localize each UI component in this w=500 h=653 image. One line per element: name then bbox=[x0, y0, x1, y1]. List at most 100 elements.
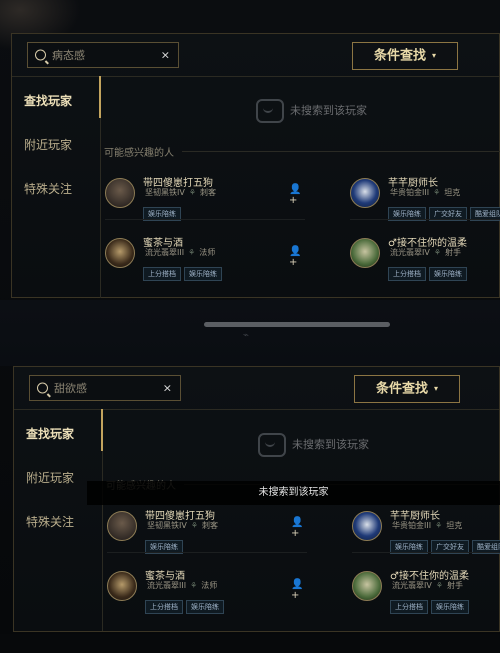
bottom-strip bbox=[0, 634, 500, 653]
role-text: 坦克 bbox=[444, 188, 461, 197]
active-tab-indicator bbox=[99, 76, 101, 118]
tab-find-player[interactable]: 查找玩家 bbox=[24, 92, 72, 109]
tag-list: 上分搭档 娱乐陪练 bbox=[145, 594, 227, 614]
tag-list: 上分搭档 娱乐陪练 bbox=[388, 261, 470, 281]
sidebar: 查找玩家 附近玩家 特殊关注 bbox=[14, 409, 103, 631]
empty-result-icon bbox=[256, 99, 284, 123]
add-friend-icon[interactable]: 👤+ bbox=[289, 246, 303, 268]
tab-find-player[interactable]: 查找玩家 bbox=[26, 425, 74, 442]
empty-result: 未搜索到该玩家 bbox=[258, 433, 369, 457]
search-value: 病态感 bbox=[52, 49, 85, 62]
rank-text: 华贵铂金III bbox=[392, 521, 432, 530]
tag: 上分搭档 bbox=[388, 267, 426, 281]
avatar bbox=[352, 571, 382, 601]
split-handle[interactable] bbox=[204, 322, 390, 327]
row-divider bbox=[105, 219, 305, 220]
rank-text: 流光翡翠IV bbox=[392, 581, 432, 590]
tag-list: 娱乐陪练 bbox=[143, 201, 184, 221]
player-info: 坚韧黑铁IV ⚘ 刺客 bbox=[147, 520, 218, 531]
chevron-down-icon: ▾ bbox=[434, 384, 439, 393]
player-card[interactable]: ♂接不住你的温柔 流光翡翠IV ⚘ 射手 上分搭档 娱乐陪练 bbox=[352, 567, 500, 617]
search-icon bbox=[37, 382, 48, 394]
tag: 娱乐陪练 bbox=[429, 267, 467, 281]
avatar bbox=[107, 511, 137, 541]
tag-list: 上分搭档 娱乐陪练 bbox=[390, 594, 472, 614]
tag-list: 娱乐陪练广交好友酷爱组队 bbox=[390, 534, 500, 554]
player-card[interactable]: 蜜茶与酒 流光翡翠III ⚘ 法师 上分搭档 娱乐陪练 bbox=[105, 234, 335, 284]
rank-text: 华贵铂金III bbox=[390, 188, 430, 197]
row-divider bbox=[107, 552, 307, 553]
filter-label: 条件查找 bbox=[373, 48, 426, 64]
search-input[interactable]: 甜欲感 × bbox=[29, 375, 181, 401]
row-divider bbox=[350, 219, 500, 220]
empty-result-text: 未搜索到该玩家 bbox=[290, 104, 367, 117]
tag: 上分搭档 bbox=[143, 267, 181, 281]
clear-icon[interactable]: × bbox=[161, 49, 170, 62]
player-card[interactable]: ♂接不住你的温柔 流光翡翠IV ⚘ 射手 上分搭档 娱乐陪练 bbox=[350, 234, 500, 284]
player-card[interactable]: 芊芊厨师长 华贵铂金III⚘坦克 娱乐陪练广交好友酷爱组队 bbox=[350, 174, 500, 224]
player-info: 流光翡翠III ⚘ 法师 bbox=[145, 247, 215, 258]
rank-text: 坚韧黑铁IV bbox=[147, 521, 187, 530]
tab-special-follow[interactable]: 特殊关注 bbox=[24, 180, 72, 197]
empty-result: 未搜索到该玩家 bbox=[256, 99, 367, 123]
role-text: 射手 bbox=[447, 581, 464, 590]
player-card[interactable]: 芊芊厨师长 华贵铂金III⚘坦克 娱乐陪练广交好友酷爱组队 bbox=[352, 507, 500, 557]
player-info: 流光翡翠IV ⚘ 射手 bbox=[392, 580, 463, 591]
tag: 娱乐陪练 bbox=[431, 600, 469, 614]
avatar bbox=[352, 511, 382, 541]
filter-button[interactable]: 条件查找 ▾ bbox=[354, 375, 460, 403]
tag: 上分搭档 bbox=[390, 600, 428, 614]
player-card[interactable]: 带四傻崽打五狗 坚韧黑铁IV ⚘ 刺客 娱乐陪练 bbox=[105, 174, 335, 224]
tab-nearby-players[interactable]: 附近玩家 bbox=[26, 469, 74, 486]
player-info: 坚韧黑铁IV ⚘ 刺客 bbox=[145, 187, 216, 198]
rank-text: 坚韧黑铁IV bbox=[145, 188, 185, 197]
chevron-down-icon: ▾ bbox=[432, 51, 437, 60]
role-text: 刺客 bbox=[200, 188, 217, 197]
tag-list: 娱乐陪练广交好友酷爱组队 bbox=[388, 201, 500, 221]
search-icon bbox=[35, 49, 46, 61]
rank-text: 流光翡翠III bbox=[145, 248, 185, 257]
section-title: 可能感兴趣的人 bbox=[104, 148, 174, 159]
tab-nearby-players[interactable]: 附近玩家 bbox=[24, 136, 72, 153]
rank-text: 流光翡翠IV bbox=[390, 248, 430, 257]
rank-text: 流光翡翠III bbox=[147, 581, 187, 590]
role-text: 法师 bbox=[201, 581, 218, 590]
player-info: 华贵铂金III ⚘ 坦克 bbox=[390, 187, 460, 198]
tag-list: 上分搭档 娱乐陪练 bbox=[143, 261, 225, 281]
tag: 娱乐陪练 bbox=[184, 267, 222, 281]
role-icon: ⚘ bbox=[435, 581, 444, 590]
tab-special-follow[interactable]: 特殊关注 bbox=[26, 513, 74, 530]
row-divider bbox=[352, 552, 500, 553]
sidebar: 查找玩家 附近玩家 特殊关注 bbox=[12, 76, 101, 298]
player-card[interactable]: 蜜茶与酒 流光翡翠III ⚘ 法师 上分搭档 娱乐陪练 bbox=[107, 567, 337, 617]
avatar bbox=[107, 571, 137, 601]
search-panel-top: 病态感 × 条件查找 ▾ 查找玩家 附近玩家 特殊关注 未搜索到该玩家 可能感兴趣… bbox=[11, 33, 500, 298]
add-friend-icon[interactable]: 👤+ bbox=[289, 184, 303, 206]
player-info: 华贵铂金III ⚘ 坦克 bbox=[392, 520, 462, 531]
avatar bbox=[105, 238, 135, 268]
avatar bbox=[105, 178, 135, 208]
avatar bbox=[350, 178, 380, 208]
add-friend-icon[interactable]: 👤+ bbox=[291, 579, 305, 601]
filter-label: 条件查找 bbox=[375, 381, 428, 397]
player-info: 流光翡翠IV ⚘ 射手 bbox=[390, 247, 461, 258]
search-input[interactable]: 病态感 × bbox=[27, 42, 179, 68]
avatar bbox=[350, 238, 380, 268]
tag: 上分搭档 bbox=[145, 600, 183, 614]
tag: 娱乐陪练 bbox=[186, 600, 224, 614]
role-text: 法师 bbox=[199, 248, 216, 257]
role-icon: ⚘ bbox=[435, 521, 443, 530]
role-icon: ⚘ bbox=[190, 581, 198, 590]
add-friend-icon[interactable]: 👤+ bbox=[291, 517, 305, 539]
role-icon: ⚘ bbox=[188, 188, 197, 197]
player-card[interactable]: 带四傻崽打五狗 坚韧黑铁IV ⚘ 刺客 娱乐陪练 bbox=[107, 507, 337, 557]
clear-icon[interactable]: × bbox=[163, 382, 172, 395]
role-icon: ⚘ bbox=[190, 521, 199, 530]
role-icon: ⚘ bbox=[433, 248, 442, 257]
role-icon: ⚘ bbox=[433, 188, 441, 197]
role-text: 刺客 bbox=[202, 521, 219, 530]
filter-button[interactable]: 条件查找 ▾ bbox=[352, 42, 458, 70]
role-text: 坦克 bbox=[446, 521, 463, 530]
player-info: 流光翡翠III ⚘ 法师 bbox=[147, 580, 217, 591]
active-tab-indicator bbox=[101, 409, 103, 451]
